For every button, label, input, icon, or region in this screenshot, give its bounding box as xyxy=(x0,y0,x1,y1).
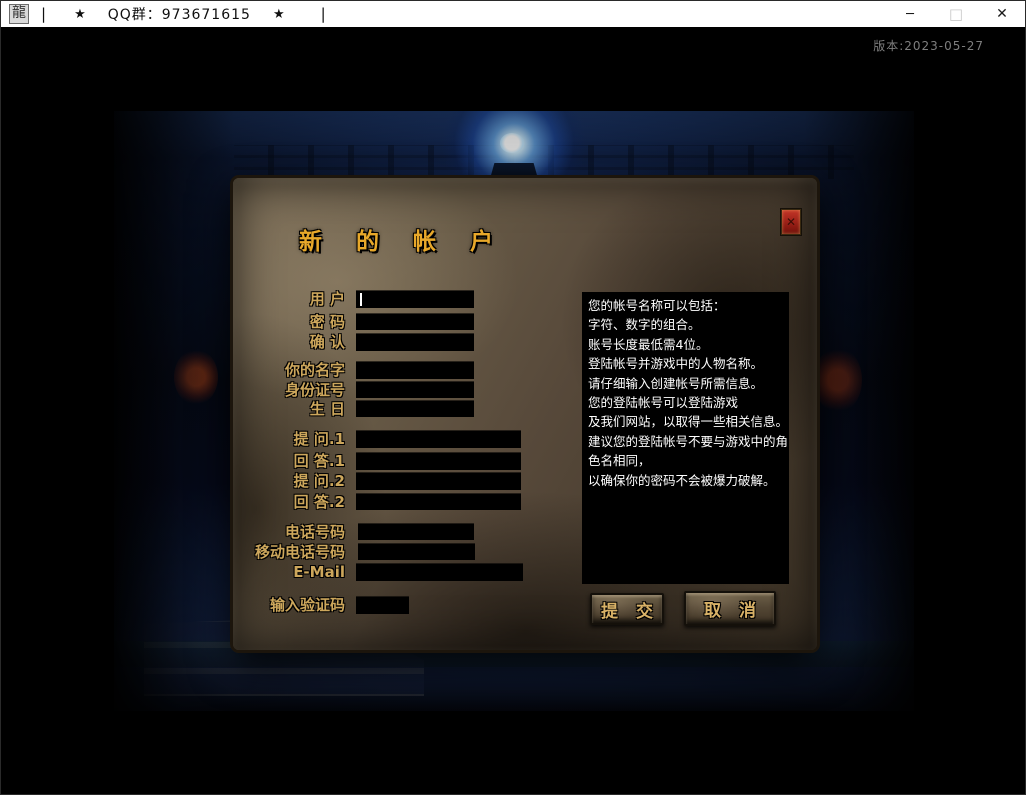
confirm-password-input[interactable] xyxy=(356,334,474,351)
info-line: 账号长度最低需4位。 xyxy=(588,335,783,354)
question2-input[interactable] xyxy=(356,473,521,490)
mobile-phone-label: 移动电话号码 xyxy=(255,543,345,561)
app-icon: 龍 xyxy=(9,4,29,24)
info-line: 建议您的登陆帐号不要与游戏中的角 xyxy=(588,432,783,451)
captcha-label: 输入验证码 xyxy=(270,596,345,614)
qq-group-label: QQ群：973671615 xyxy=(108,4,251,24)
info-line: 以确保你的密码不会被爆力破解。 xyxy=(588,471,783,490)
birthday-input[interactable] xyxy=(356,401,474,417)
window-close-button[interactable]: ✕ xyxy=(979,1,1025,27)
question1-label: 提 问.1 xyxy=(294,430,345,448)
id-number-label: 身份证号 xyxy=(285,381,345,399)
game-viewport: 新 的 帐 户 ✕ 用 户 密 码 确 认 你的名字 身份证号 生 日 提 问.… xyxy=(114,111,914,711)
answer2-input[interactable] xyxy=(356,494,521,510)
star-icon-left: ★ xyxy=(74,7,86,22)
minimize-button[interactable]: ─ xyxy=(887,1,933,27)
answer1-input[interactable] xyxy=(356,453,521,470)
maximize-button[interactable]: □ xyxy=(933,1,979,27)
info-line: 您的登陆帐号可以登陆游戏 xyxy=(588,393,783,412)
account-label: 用 户 xyxy=(310,290,345,308)
password-input[interactable] xyxy=(356,314,474,330)
cancel-button[interactable]: 取 消 xyxy=(684,591,776,626)
titlebar-separator-right: | xyxy=(321,5,326,23)
account-input[interactable] xyxy=(356,291,474,308)
captcha-input[interactable] xyxy=(356,597,409,614)
mobile-phone-input[interactable] xyxy=(358,544,475,560)
titlebar-separator-left: | xyxy=(41,5,46,23)
name-input[interactable] xyxy=(356,362,474,379)
phone-label: 电话号码 xyxy=(285,523,345,541)
name-label: 你的名字 xyxy=(285,361,345,379)
dialog-close-button[interactable]: ✕ xyxy=(781,209,801,235)
email-input[interactable] xyxy=(356,564,523,581)
question1-input[interactable] xyxy=(356,431,521,448)
password-label: 密 码 xyxy=(310,313,345,331)
app-window: 龍 | ★ QQ群：973671615 ★ | ─ □ ✕ 版本:2023-05… xyxy=(0,0,1026,795)
submit-button[interactable]: 提 交 xyxy=(590,593,664,625)
phone-input[interactable] xyxy=(358,524,474,540)
info-line: 请仔细输入创建帐号所需信息。 xyxy=(588,374,783,393)
dialog-title: 新 的 帐 户 xyxy=(299,222,506,256)
info-line: 色名相同， xyxy=(588,451,783,470)
info-line: 字符、数字的组合。 xyxy=(588,315,783,334)
birthday-label: 生 日 xyxy=(310,400,345,418)
info-line: 登陆帐号并游戏中的人物名称。 xyxy=(588,354,783,373)
info-line: 您的帐号名称可以包括： xyxy=(588,296,783,315)
email-label: E-Mail xyxy=(293,563,345,581)
answer1-label: 回 答.1 xyxy=(294,452,345,470)
text-caret xyxy=(360,293,362,306)
confirm-label: 确 认 xyxy=(310,333,345,351)
version-label: 版本:2023-05-27 xyxy=(873,37,984,54)
id-number-input[interactable] xyxy=(356,382,474,398)
info-line: 及我们网站，以取得一些相关信息。 xyxy=(588,412,783,431)
star-icon-right: ★ xyxy=(273,7,285,22)
new-account-dialog: 新 的 帐 户 ✕ 用 户 密 码 确 认 你的名字 身份证号 生 日 提 问.… xyxy=(230,175,820,653)
account-info-panel: 您的帐号名称可以包括： 字符、数字的组合。 账号长度最低需4位。 登陆帐号并游戏… xyxy=(582,292,789,584)
question2-label: 提 问.2 xyxy=(294,472,345,490)
answer2-label: 回 答.2 xyxy=(294,493,345,511)
titlebar: 龍 | ★ QQ群：973671615 ★ | ─ □ ✕ xyxy=(1,1,1025,27)
